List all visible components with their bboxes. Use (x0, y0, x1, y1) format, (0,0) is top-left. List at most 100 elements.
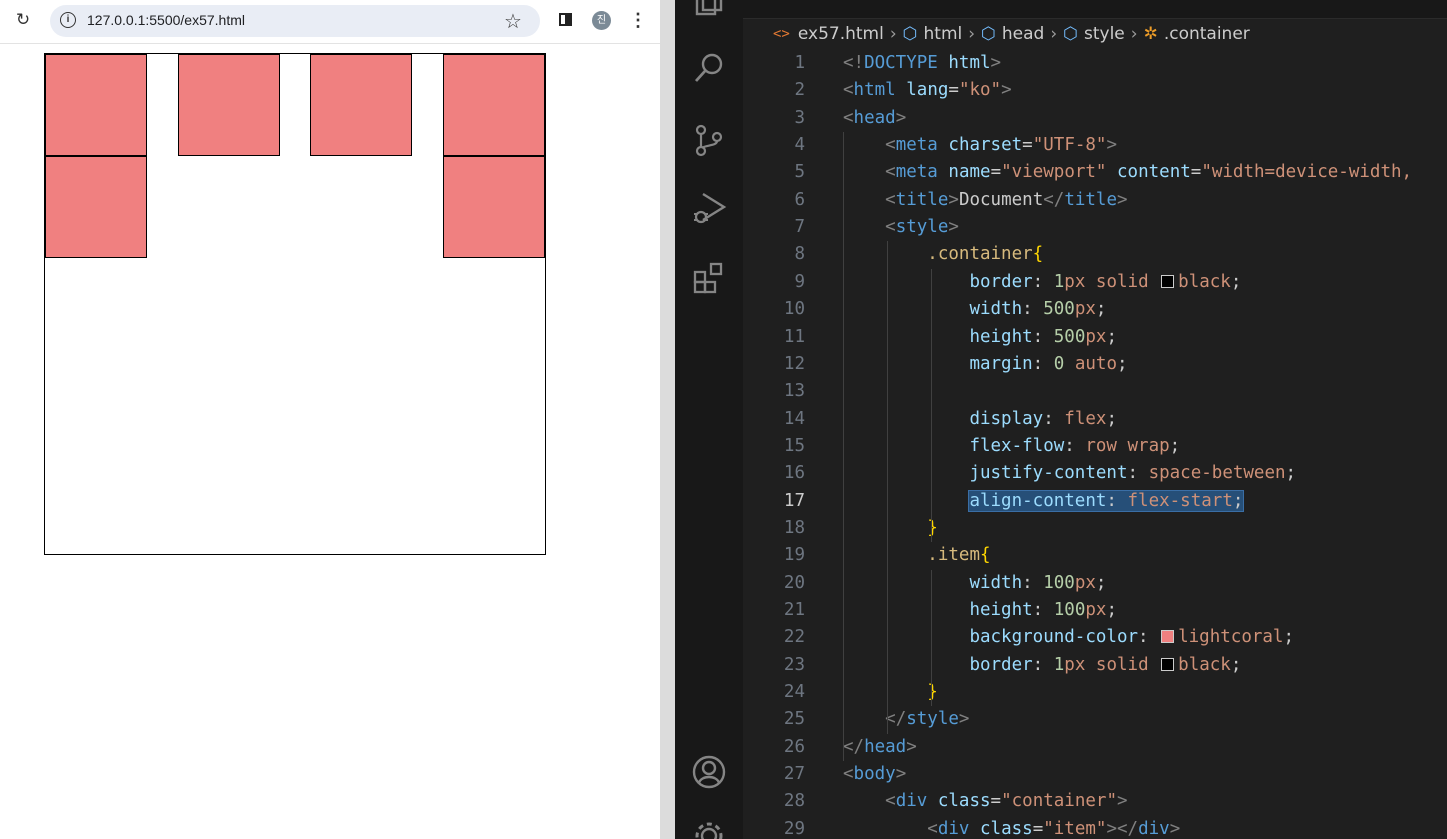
code-line[interactable]: 7 <style> (743, 214, 1447, 241)
flex-item (177, 54, 280, 156)
code-text[interactable]: } (843, 515, 938, 542)
code-line[interactable]: 27 <body> (743, 761, 1447, 788)
code-line[interactable]: 17 align-content: flex-start; (743, 488, 1447, 515)
code-text[interactable]: height: 100px; (843, 597, 1117, 624)
code-line[interactable]: 9 border: 1px solid black; (743, 269, 1447, 296)
line-number: 1 (794, 53, 805, 73)
breadcrumb-item-file[interactable]: ex57.html (798, 24, 884, 44)
code-line[interactable]: 29 <div class="item"></div> (743, 816, 1447, 839)
code-text[interactable]: <style> (843, 214, 959, 241)
run-debug-icon[interactable] (691, 190, 727, 226)
code-text[interactable]: .item{ (843, 542, 990, 569)
source-control-icon[interactable] (691, 122, 727, 158)
breadcrumb-item-head[interactable]: head (1002, 24, 1044, 44)
editor-pane: <> ex57.html › ⬡ html › ⬡ head › ⬡ style › ✲ .contain… (743, 0, 1447, 839)
flex-container (44, 53, 546, 555)
color-swatch[interactable] (1161, 657, 1175, 671)
code-text[interactable]: .container{ (843, 241, 1043, 268)
code-line[interactable]: 19 .item{ (743, 542, 1447, 569)
code-text[interactable]: <div class="item"></div> (843, 816, 1180, 839)
breadcrumb-item-style[interactable]: style (1084, 24, 1125, 44)
browser-menu-icon[interactable]: ⋮ (627, 10, 649, 32)
line-number: 18 (783, 517, 805, 538)
code-text[interactable]: <body> (843, 761, 906, 788)
line-number: 4 (794, 135, 805, 156)
bookmark-star-icon[interactable]: ☆ (504, 9, 522, 34)
breadcrumb-item-html[interactable]: html (924, 24, 963, 44)
code-line[interactable]: 28 <div class="container"> (743, 788, 1447, 815)
code-line[interactable]: 2 <html lang="ko"> (743, 77, 1447, 104)
selected-text[interactable]: align-content: flex-start; (968, 489, 1245, 512)
chevron-right-icon: › (968, 24, 976, 44)
code-line[interactable]: 6 <title>Document</title> (743, 187, 1447, 214)
code-line[interactable]: 1 <!DOCTYPE html> (743, 50, 1447, 77)
indent-guide (887, 241, 888, 734)
code-line[interactable]: 23 border: 1px solid black; (743, 652, 1447, 679)
settings-gear-icon[interactable] (691, 818, 727, 839)
code-line[interactable]: 10 width: 500px; (743, 296, 1447, 323)
indent-guide (931, 268, 932, 543)
code-text[interactable]: align-content: flex-start; (843, 488, 1245, 515)
code-text[interactable]: <html lang="ko"> (843, 77, 1012, 104)
code-text[interactable]: <!DOCTYPE html> (843, 50, 1001, 77)
line-number: 21 (783, 600, 805, 620)
extensions-icon[interactable] (691, 260, 727, 296)
code-line[interactable]: 15 flex-flow: row wrap; (743, 433, 1447, 460)
explorer-icon[interactable] (691, 0, 727, 22)
url-text[interactable]: 127.0.0.1:5500/ex57.html (87, 12, 245, 28)
code-line[interactable]: 25 </style> (743, 706, 1447, 733)
code-line[interactable]: 21 height: 100px; (743, 597, 1447, 624)
code-text[interactable]: <div class="container"> (843, 788, 1127, 815)
code-line[interactable]: 14 display: flex; (743, 406, 1447, 433)
chevron-right-icon: › (1050, 24, 1058, 44)
code-line[interactable]: 5 <meta name="viewport" content="width=d… (743, 159, 1447, 186)
code-text[interactable]: <meta name="viewport" content="width=dev… (843, 159, 1412, 186)
page-viewport (0, 44, 660, 839)
profile-avatar[interactable]: 진 (592, 11, 611, 30)
address-bar[interactable]: i 127.0.0.1:5500/ex57.html ☆ (50, 5, 540, 37)
side-panel-icon[interactable] (556, 10, 578, 32)
account-icon[interactable] (691, 754, 727, 790)
search-icon[interactable] (691, 50, 727, 86)
code-line[interactable]: 22 background-color: lightcoral; (743, 624, 1447, 651)
code-text[interactable]: <meta charset="UTF-8"> (843, 132, 1117, 159)
breadcrumb-item-container[interactable]: .container (1164, 24, 1250, 44)
flex-item (310, 54, 413, 156)
code-text[interactable]: } (843, 679, 938, 706)
code-text[interactable]: display: flex; (843, 406, 1117, 433)
code-text[interactable]: background-color: lightcoral; (843, 624, 1294, 651)
line-number: 29 (783, 818, 805, 839)
code-text[interactable]: </style> (843, 706, 969, 733)
code-line[interactable]: 12 margin: 0 auto; (743, 351, 1447, 378)
code-line[interactable]: 4 <meta charset="UTF-8"> (743, 132, 1447, 159)
site-info-icon[interactable]: i (60, 12, 76, 28)
line-number: 23 (783, 654, 805, 675)
code-text[interactable]: width: 100px; (843, 570, 1106, 597)
code-text[interactable]: border: 1px solid black; (843, 652, 1241, 679)
window-divider[interactable] (660, 0, 675, 839)
code-text[interactable]: margin: 0 auto; (843, 351, 1127, 378)
code-line[interactable]: 11 height: 500px; (743, 324, 1447, 351)
code-text[interactable]: border: 1px solid black; (843, 269, 1241, 296)
code-text[interactable]: <head> (843, 105, 906, 132)
code-line[interactable]: 13 (743, 378, 1447, 405)
code-line[interactable]: 24 } (743, 679, 1447, 706)
code-text[interactable]: width: 500px; (843, 296, 1106, 323)
color-swatch[interactable] (1161, 274, 1175, 288)
code-line[interactable]: 20 width: 100px; (743, 570, 1447, 597)
code-line[interactable]: 3 <head> (743, 105, 1447, 132)
code-text[interactable]: justify-content: space-between; (843, 460, 1296, 487)
color-swatch[interactable] (1161, 630, 1175, 644)
code-text[interactable]: <title>Document</title> (843, 187, 1127, 214)
code-text[interactable]: </head> (843, 734, 917, 761)
editor-tab-strip (743, 0, 1447, 19)
code-line[interactable]: 8 .container{ (743, 241, 1447, 268)
line-number: 28 (783, 791, 805, 812)
code-text[interactable]: flex-flow: row wrap; (843, 433, 1180, 460)
flex-item (45, 156, 147, 258)
code-line[interactable]: 26 </head> (743, 734, 1447, 761)
code-line[interactable]: 18 } (743, 515, 1447, 542)
reload-icon[interactable]: ↻ (12, 10, 34, 32)
code-text[interactable]: height: 500px; (843, 324, 1117, 351)
code-line[interactable]: 16 justify-content: space-between; (743, 460, 1447, 487)
